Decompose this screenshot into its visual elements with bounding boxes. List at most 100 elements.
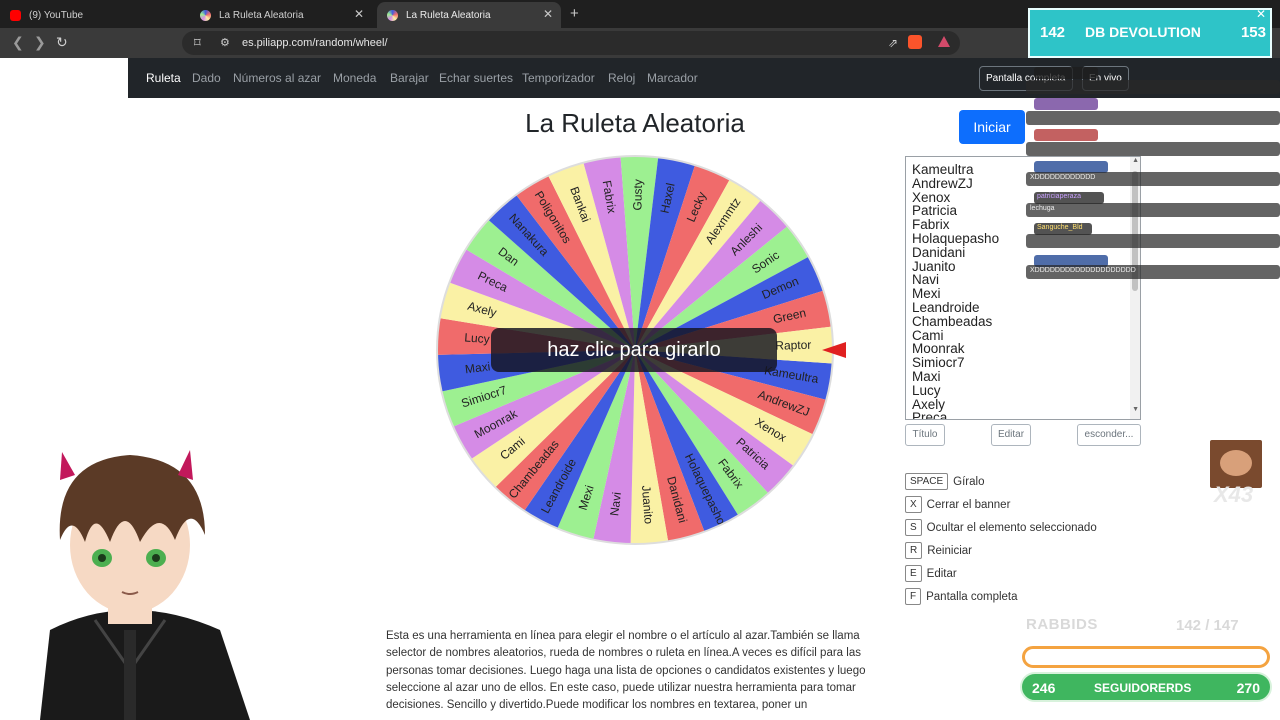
- tab-label: La Ruleta Aleatoria: [219, 9, 304, 21]
- stream-goal-banner: 142 DB DEVOLUTION 153 ✕: [1028, 7, 1272, 58]
- shortcut-label: Reiniciar: [927, 544, 972, 557]
- goal-start-count: 142: [1040, 24, 1066, 41]
- names-list-item[interactable]: Juanito: [912, 259, 999, 274]
- shortcut-label: Editar: [926, 567, 957, 580]
- emote-face-icon: [1220, 450, 1252, 476]
- rabbids-label: RABBIDS: [1026, 616, 1098, 633]
- followers-start: 246: [1032, 680, 1056, 696]
- names-list-item[interactable]: Preca: [912, 411, 999, 419]
- shortcut-key: X: [905, 496, 922, 513]
- bookmark-icon[interactable]: ⌑: [194, 35, 201, 51]
- names-list-item[interactable]: Fabrix: [912, 218, 999, 232]
- ruleta-favicon-icon: [387, 9, 398, 21]
- shortcut-f: F Pantalla completa: [905, 588, 1018, 605]
- nav-barajar[interactable]: Barajar: [390, 71, 429, 85]
- chat-message: lechuga: [1026, 203, 1280, 217]
- emote-image: [1210, 440, 1262, 488]
- names-list-item[interactable]: Cami: [912, 328, 999, 343]
- start-button[interactable]: Iniciar: [959, 110, 1025, 144]
- names-list-item[interactable]: Patricia: [912, 204, 999, 218]
- wheel-segment-label: Raptor: [775, 338, 811, 353]
- nav-temporizador[interactable]: Temporizador: [522, 71, 595, 85]
- shortcut-label: Ocultar el elemento seleccionado: [926, 521, 1097, 534]
- followers-label: SEGUIDORERDS: [1094, 681, 1192, 695]
- tab-youtube[interactable]: (9) YouTube: [0, 2, 190, 28]
- shortcut-e: E Editar: [905, 565, 957, 582]
- reload-icon[interactable]: ↻: [56, 34, 68, 51]
- names-list-item[interactable]: Holaquepasho: [912, 232, 999, 246]
- names-list-item[interactable]: Lucy: [912, 383, 999, 398]
- page-title: La Ruleta Aleatoria: [525, 108, 745, 138]
- url-text[interactable]: es.piliapp.com/random/wheel/: [242, 37, 388, 49]
- nav-reloj[interactable]: Reloj: [608, 71, 635, 85]
- names-list-item[interactable]: Danidani: [912, 245, 999, 260]
- names-list-item[interactable]: Kameultra: [912, 163, 999, 177]
- nav-echar-suertes[interactable]: Echar suertes: [439, 71, 513, 85]
- rabbids-count: 142 / 147: [1176, 617, 1239, 634]
- scroll-up-icon[interactable]: ▲: [1132, 157, 1139, 164]
- shortcut-key: SPACE: [905, 473, 949, 490]
- names-list-item[interactable]: Chambeadas: [912, 314, 999, 329]
- brave-shield-icon[interactable]: [908, 35, 922, 49]
- nav-numeros[interactable]: Números al azar: [233, 71, 321, 85]
- shortcut-label: Pantalla completa: [926, 590, 1018, 603]
- new-tab-icon[interactable]: +: [570, 5, 579, 22]
- site-settings-icon[interactable]: ⚙: [220, 36, 230, 49]
- goal-end-count: 153: [1240, 24, 1266, 41]
- wheel-segment-label: Gusty: [630, 179, 645, 211]
- names-list-item[interactable]: Xenox: [912, 190, 999, 205]
- close-icon[interactable]: ✕: [354, 7, 364, 21]
- ruleta-favicon-icon: [200, 9, 211, 21]
- back-icon[interactable]: ❮: [12, 34, 24, 51]
- tab-ruleta-2[interactable]: La Ruleta Aleatoria ✕: [377, 2, 561, 28]
- chat-message: [1026, 142, 1280, 156]
- shortcut-label: Cerrar el banner: [926, 498, 1011, 511]
- names-list[interactable]: Kameultra AndrewZJ Xenox Patricia Fabrix Hola…: [912, 163, 999, 419]
- shortcut-key: F: [905, 588, 922, 605]
- nav-moneda[interactable]: Moneda: [333, 71, 376, 85]
- close-icon[interactable]: ✕: [543, 7, 553, 21]
- shortcut-key: E: [905, 565, 922, 582]
- names-list-item[interactable]: Leandroide: [912, 301, 999, 315]
- tab-ruleta-1[interactable]: La Ruleta Aleatoria ✕: [190, 2, 372, 28]
- nav-marcador[interactable]: Marcador: [647, 71, 698, 85]
- youtube-icon: [10, 9, 21, 21]
- scroll-down-icon[interactable]: ▼: [1132, 406, 1139, 413]
- vtuber-avatar: [40, 450, 250, 720]
- spin-banner[interactable]: haz clic para girarlo: [491, 328, 777, 372]
- rewards-icon[interactable]: [938, 36, 950, 47]
- edit-button[interactable]: Editar: [991, 424, 1031, 446]
- names-list-item[interactable]: AndrewZJ: [912, 176, 999, 191]
- title-button[interactable]: Título: [905, 424, 945, 446]
- shortcut-label: Gíralo: [953, 475, 985, 488]
- forward-icon[interactable]: ❯: [34, 34, 46, 51]
- names-list-item[interactable]: Navi: [912, 273, 999, 287]
- names-textarea[interactable]: Kameultra AndrewZJ Xenox Patricia Fabrix Hola…: [905, 156, 1141, 420]
- shortcut-s: S Ocultar el elemento seleccionado: [905, 519, 1097, 536]
- emote-count: X43: [1214, 482, 1254, 507]
- names-list-item[interactable]: Simiocr7: [912, 356, 999, 370]
- nav-ruleta[interactable]: Ruleta: [146, 71, 181, 85]
- shortcut-key: S: [905, 519, 922, 536]
- description-text: Esta es una herramienta en línea para el…: [386, 630, 866, 712]
- share-icon[interactable]: ⇗: [888, 36, 898, 50]
- scrollbar[interactable]: ▲ ▼: [1130, 157, 1140, 419]
- shortcut-r: R Reiniciar: [905, 542, 972, 559]
- chat-user-badge: [1034, 98, 1098, 110]
- wheel-pointer-icon: [822, 342, 846, 358]
- chat-message: [1026, 80, 1280, 94]
- names-list-item[interactable]: Axely: [912, 397, 999, 412]
- wheel-segment-label: Navi: [607, 491, 624, 516]
- tab-label: (9) YouTube: [29, 9, 84, 21]
- chat-user-badge: [1034, 67, 1098, 79]
- chat-message: XDDDDDDDDDDDD: [1026, 172, 1280, 186]
- names-list-item[interactable]: Mexi: [912, 287, 999, 301]
- nav-dado[interactable]: Dado: [192, 71, 221, 85]
- shortcut-x: X Cerrar el banner: [905, 496, 1010, 513]
- names-list-item[interactable]: Moonrak: [912, 342, 999, 356]
- url-field[interactable]: ⌑ ⚙ es.piliapp.com/random/wheel/ ⇗: [182, 31, 960, 55]
- hide-button[interactable]: esconder...: [1077, 424, 1141, 446]
- shortcut-key: R: [905, 542, 923, 559]
- names-list-item[interactable]: Maxi: [912, 370, 999, 384]
- wheel-segment-label: Juanito: [639, 485, 656, 525]
